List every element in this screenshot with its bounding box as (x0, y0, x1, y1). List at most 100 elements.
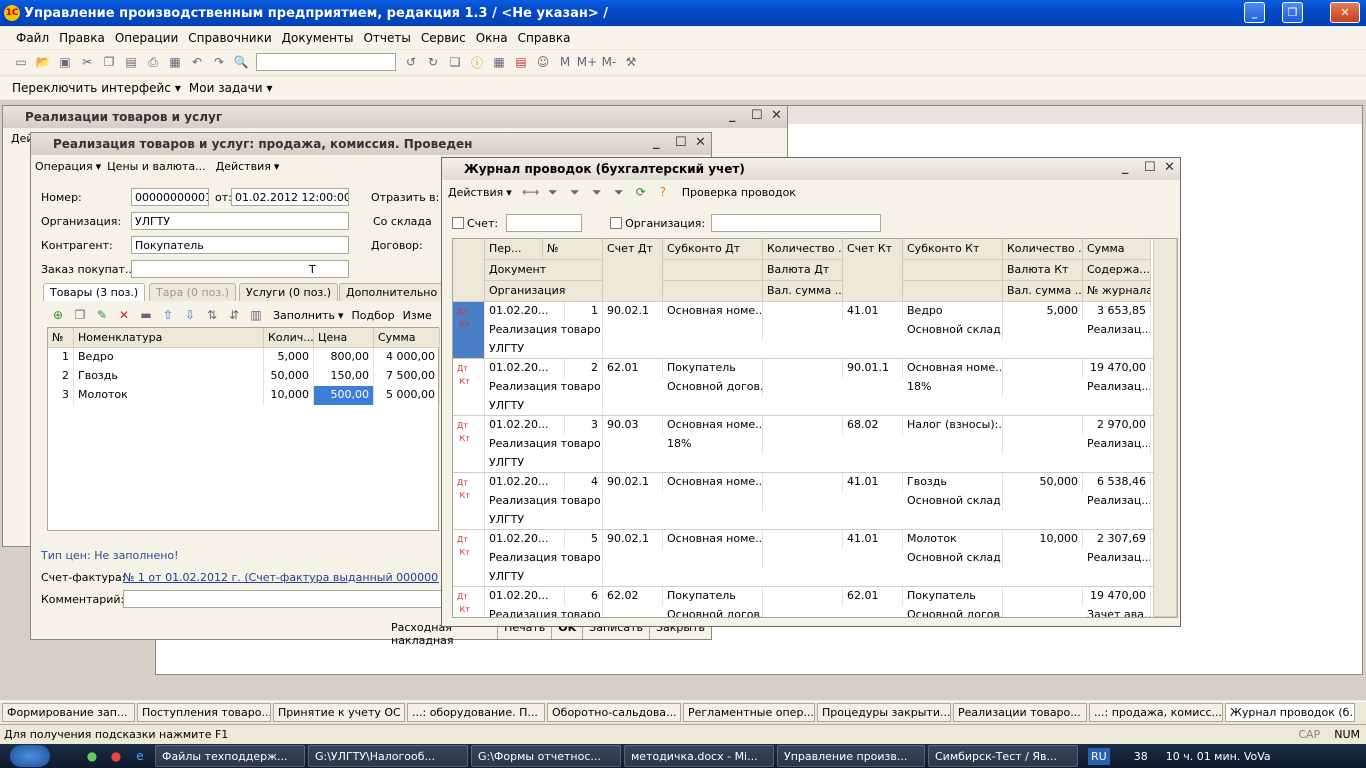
task-button[interactable]: Формирование зап... (2, 703, 135, 722)
entry-content[interactable]: Реализац... (1083, 321, 1151, 340)
entry-content[interactable]: Реализац... (1083, 549, 1151, 568)
entry-account-dt[interactable]: 90.02.1 (603, 302, 663, 321)
info-icon[interactable]: ⓘ (469, 54, 485, 70)
delete-row-icon[interactable]: ✕ (116, 307, 132, 323)
entry-subconto-dt[interactable]: Основная номе... (663, 473, 763, 492)
maximize-icon[interactable]: ☐ (1144, 160, 1156, 175)
entry-document[interactable]: Реализация товаро... (485, 492, 603, 511)
select-button[interactable]: Подбор (352, 309, 395, 322)
entry-content[interactable]: Реализац... (1083, 378, 1151, 397)
filter-clear-icon[interactable]: ⏷ (611, 184, 627, 200)
entry-subconto-dt[interactable]: Основная номе... (663, 530, 763, 549)
comment-field[interactable] (123, 590, 443, 608)
col-period[interactable]: Пер... (485, 239, 543, 260)
col-price[interactable]: Цена (314, 328, 374, 348)
os-task[interactable]: Файлы техподдерж... (155, 745, 305, 767)
entry-subconto-kt[interactable]: Ведро (903, 302, 1003, 321)
help-icon[interactable]: ? (655, 184, 671, 200)
minimize-button[interactable]: _ (1244, 2, 1265, 23)
menu-help[interactable]: Справка (518, 31, 571, 45)
entry-number[interactable]: 6 (565, 587, 603, 606)
entry-content[interactable]: Реализац... (1083, 492, 1151, 511)
language-indicator[interactable]: RU (1088, 747, 1110, 765)
entry-subconto-kt-2[interactable]: Основной склад (903, 492, 1003, 511)
entry-sum[interactable]: 2 970,00 (1083, 416, 1151, 435)
minimize-icon[interactable]: _ (729, 108, 736, 123)
journal-scrollbar[interactable] (1153, 239, 1177, 617)
entry-subconto-kt[interactable]: Налог (взносы):... (903, 416, 1003, 435)
contractor-field[interactable]: Покупатель (131, 236, 349, 254)
entry-sum[interactable]: 19 470,00 (1083, 587, 1151, 606)
fill-button[interactable]: Заполнить (273, 309, 335, 322)
edit-row-icon[interactable]: ✎ (94, 307, 110, 323)
task-button[interactable]: Реализации товаро... (953, 703, 1087, 722)
entry-account-dt[interactable]: 90.02.1 (603, 530, 663, 549)
task-button[interactable]: Принятие к учету ОС (273, 703, 405, 722)
my-tasks-button[interactable]: Мои задачи (189, 81, 263, 95)
battery-indicator[interactable]: 38 (1134, 750, 1148, 763)
start-button[interactable] (10, 745, 50, 767)
memory-mminus-button[interactable]: M- (601, 54, 617, 70)
search-input[interactable] (256, 53, 396, 71)
entry-account-dt[interactable]: 62.02 (603, 587, 663, 606)
check-entries-button[interactable]: Проверка проводок (682, 186, 796, 199)
minimize-icon[interactable]: _ (1122, 160, 1129, 175)
col-number[interactable]: № (543, 239, 603, 260)
col-subconto-kt-3[interactable] (903, 281, 1003, 302)
entry-sum[interactable]: 19 470,00 (1083, 359, 1151, 378)
price-type-warning[interactable]: Тип цен: Не заполнено! (41, 549, 179, 562)
entry-subconto-kt-2[interactable]: 18% (903, 378, 1003, 397)
copy-row-icon[interactable]: ❐ (72, 307, 88, 323)
col-journal-number[interactable]: № журнала (1083, 281, 1151, 302)
tab-tara[interactable]: Тара (0 поз.) (149, 283, 237, 301)
entry-document[interactable]: Реализация товаро... (485, 549, 603, 568)
save-icon[interactable]: ▣ (57, 54, 73, 70)
entry-date[interactable]: 01.02.20... (485, 416, 565, 435)
entry-subconto-dt[interactable]: Основная номе... (663, 416, 763, 435)
org-checkbox[interactable] (610, 217, 623, 229)
entry-organization[interactable]: УЛГТУ (485, 454, 603, 472)
redo-icon[interactable]: ↷ (211, 54, 227, 70)
memory-m-button[interactable]: M (557, 54, 573, 70)
sort-asc-icon[interactable]: ⇅ (204, 307, 220, 323)
entry-qty-kt[interactable] (1003, 359, 1083, 378)
task-button-active[interactable]: Журнал проводок (б... (1225, 703, 1355, 722)
org-field[interactable]: УЛГТУ (131, 212, 349, 230)
col-qty[interactable]: Колич... (264, 328, 314, 348)
maximize-icon[interactable]: ☐ (751, 108, 763, 123)
change-button[interactable]: Изме (403, 309, 432, 322)
entry-document[interactable]: Реализация товаро... (485, 435, 603, 454)
chrome-icon[interactable]: ● (107, 748, 125, 764)
entry-qty-dt[interactable] (763, 587, 843, 606)
entry-qty-dt[interactable] (763, 302, 843, 321)
entry-sum[interactable]: 3 653,85 (1083, 302, 1151, 321)
col-subconto-dt[interactable]: Субконто Дт (663, 239, 763, 260)
entry-content[interactable]: Зачет ава... (1083, 606, 1151, 617)
col-qty-dt[interactable]: Количество ... (763, 239, 843, 260)
entry-subconto-dt-2[interactable]: Основной догов... (663, 378, 763, 397)
os-task[interactable]: методичка.docx - Mi... (624, 745, 774, 767)
col-name[interactable]: Номенклатура (74, 328, 264, 348)
close-icon[interactable]: ✕ (771, 108, 782, 123)
filter-value-icon[interactable]: ⏷ (567, 184, 583, 200)
undo-icon[interactable]: ↶ (189, 54, 205, 70)
menu-edit[interactable]: Правка (59, 31, 105, 45)
entry-subconto-dt[interactable]: Покупатель (663, 587, 763, 606)
order-t-button[interactable]: T (309, 263, 316, 276)
entry-subconto-kt-2[interactable]: Основной догов... (903, 606, 1003, 617)
tab-goods[interactable]: Товары (3 поз.) (43, 283, 146, 301)
col-currency-dt[interactable]: Валюта Дт (763, 260, 843, 281)
col-number[interactable]: № (48, 328, 74, 348)
entry-subconto-dt[interactable]: Основная номе... (663, 302, 763, 321)
col-content[interactable]: Содержа... (1083, 260, 1151, 281)
move-down-icon[interactable]: ⇩ (182, 307, 198, 323)
entry-subconto-kt[interactable]: Покупатель (903, 587, 1003, 606)
menu-windows[interactable]: Окна (476, 31, 508, 45)
entry-qty-kt[interactable]: 50,000 (1003, 473, 1083, 492)
entry-subconto-dt-2[interactable] (663, 549, 763, 568)
entry-account-kt[interactable]: 41.01 (843, 530, 903, 549)
os-task[interactable]: Управление произв... (777, 745, 925, 767)
menu-reports[interactable]: Отчеты (363, 31, 410, 45)
journal-actions-menu[interactable]: Действия (448, 186, 503, 199)
entry-account-kt[interactable]: 90.01.1 (843, 359, 903, 378)
